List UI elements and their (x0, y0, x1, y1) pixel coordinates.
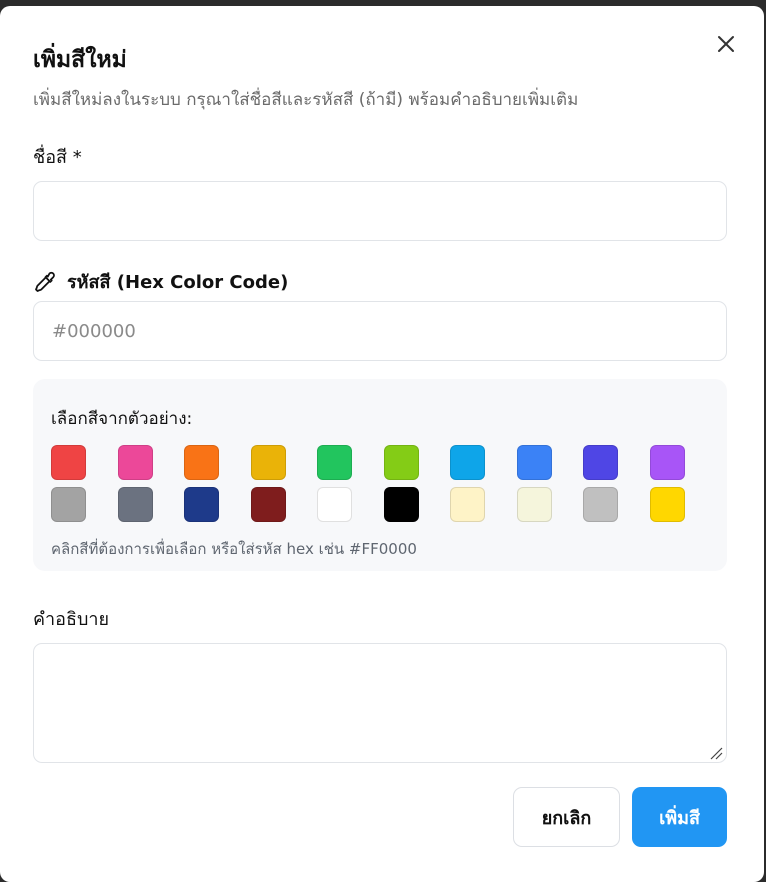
swatch-panel-hint: คลิกสีที่ต้องการเพื่อเลือก หรือใส่รหัส h… (51, 540, 417, 558)
color-swatch[interactable] (649, 487, 685, 522)
cancel-button[interactable]: ยกเลิก (513, 787, 620, 847)
color-name-input[interactable] (33, 181, 727, 241)
close-button[interactable] (714, 32, 738, 56)
color-swatch[interactable] (383, 445, 419, 480)
color-swatch[interactable] (117, 445, 153, 480)
color-swatch[interactable] (383, 487, 419, 522)
color-swatch[interactable] (51, 445, 86, 480)
color-swatch[interactable] (250, 445, 286, 480)
swatch-grid (51, 445, 685, 522)
color-swatch[interactable] (649, 445, 685, 480)
color-swatch[interactable] (317, 487, 352, 522)
color-swatch[interactable] (450, 445, 485, 480)
color-swatch[interactable] (583, 487, 618, 522)
color-swatch[interactable] (51, 487, 86, 522)
close-icon (718, 36, 734, 52)
color-swatch[interactable] (317, 445, 352, 480)
color-swatch[interactable] (450, 487, 485, 522)
hex-code-input[interactable] (33, 301, 727, 361)
hex-code-label-row: รหัสสี (Hex Color Code) (33, 267, 288, 296)
swatch-panel-label: เลือกสีจากตัวอย่าง: (51, 409, 193, 429)
add-color-button[interactable]: เพิ่มสี (632, 787, 727, 847)
hex-code-label: รหัสสี (Hex Color Code) (67, 272, 289, 293)
eyedropper-icon (35, 271, 55, 292)
dialog-subtitle: เพิ่มสีใหม่ลงในระบบ กรุณาใส่ชื่อสีและรหั… (33, 90, 579, 110)
description-textarea[interactable] (33, 643, 727, 763)
color-name-label: ชื่อสี * (33, 147, 82, 168)
dialog-title: เพิ่มสีใหม่ (33, 47, 127, 73)
color-swatch-panel: เลือกสีจากตัวอย่าง: คลิกสีที่ต้องการเพื่… (33, 379, 727, 571)
color-swatch[interactable] (250, 487, 286, 522)
add-color-dialog: เพิ่มสีใหม่ เพิ่มสีใหม่ลงในระบบ กรุณาใส่… (0, 6, 764, 882)
color-swatch[interactable] (516, 445, 552, 480)
color-swatch[interactable] (516, 487, 552, 522)
resize-grip-icon[interactable] (709, 746, 723, 760)
color-swatch[interactable] (583, 445, 618, 480)
description-label: คำอธิบาย (33, 609, 110, 630)
color-swatch[interactable] (184, 445, 219, 480)
color-swatch[interactable] (117, 487, 153, 522)
color-swatch[interactable] (184, 487, 219, 522)
